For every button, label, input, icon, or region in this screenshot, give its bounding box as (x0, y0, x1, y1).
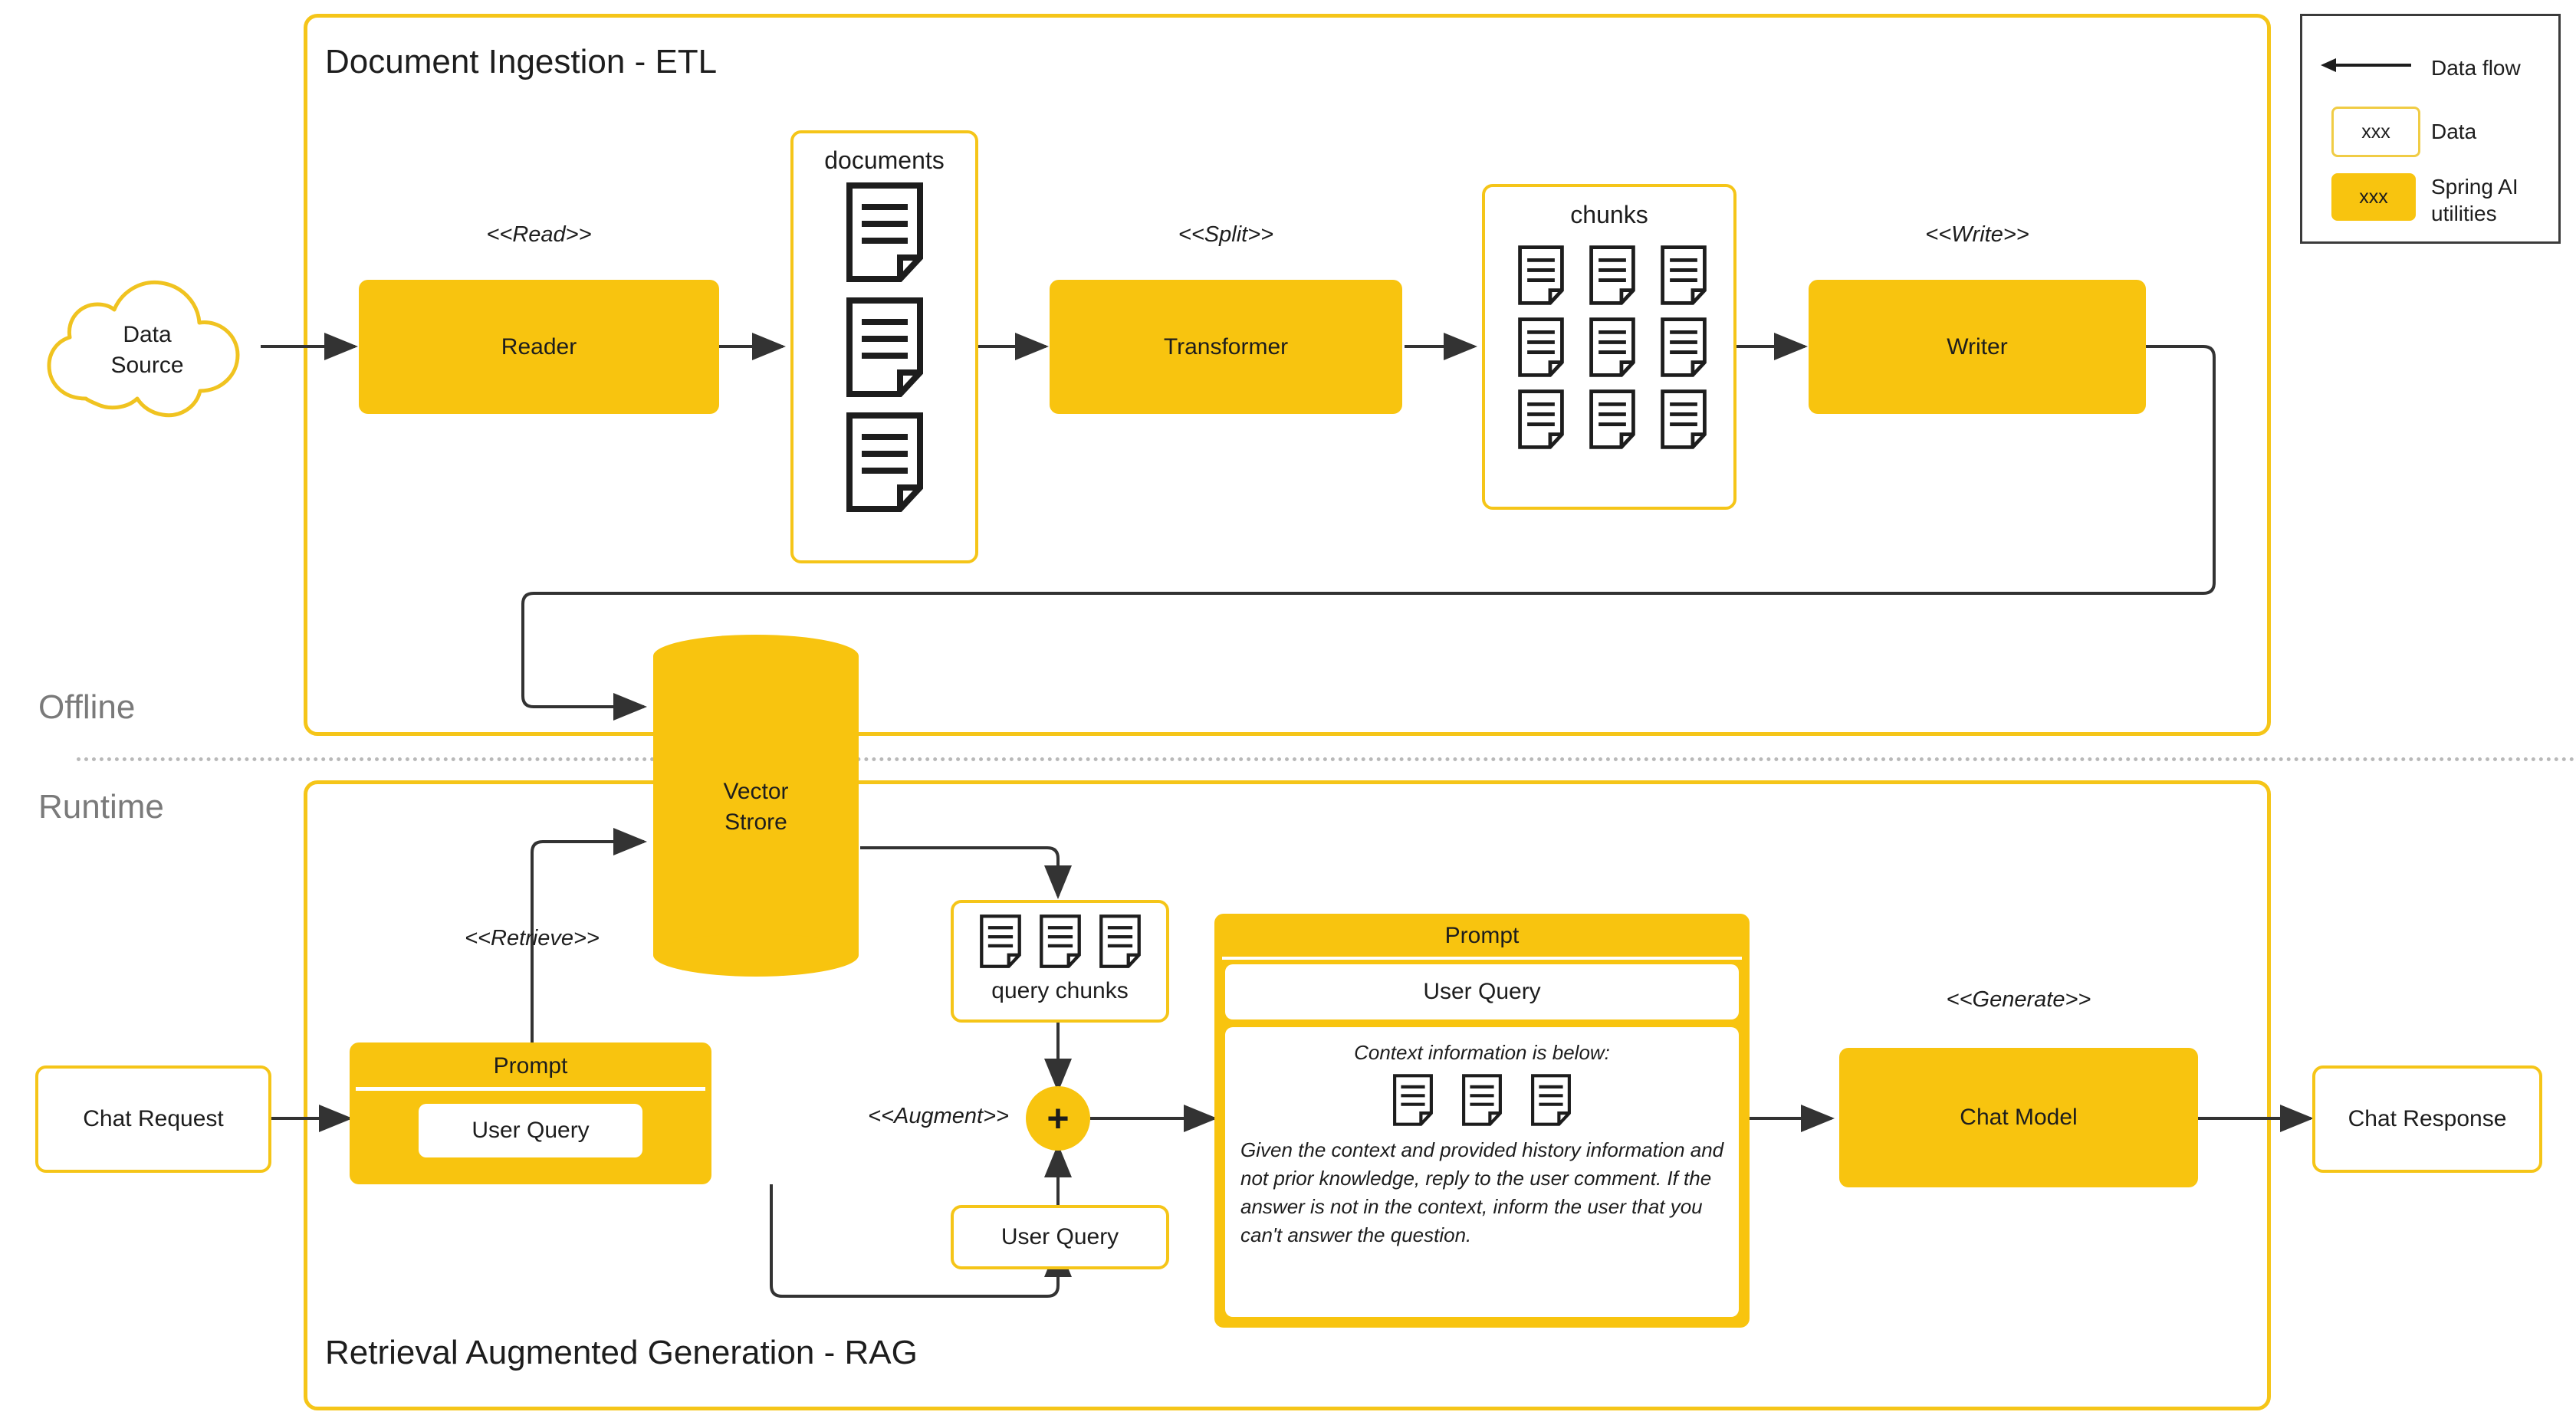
query-chunk-document-icon (1039, 914, 1081, 968)
runtime-label: Runtime (38, 788, 164, 826)
chunk-document-icon (1517, 389, 1564, 449)
offline-label: Offline (38, 688, 136, 726)
documents-label: documents (824, 146, 945, 174)
prompt-user-query-field[interactable]: User Query (1225, 964, 1739, 1019)
chunk-document-icon (1589, 389, 1635, 449)
prompt-header-divider (1222, 957, 1742, 960)
left-prompt-divider (356, 1087, 705, 1091)
plus-symbol: + (1046, 1097, 1070, 1140)
prompt-user-query-label: User Query (1423, 979, 1541, 1004)
data-source-cloud: Data Source (32, 272, 262, 422)
legend-data-flow-label: Data flow (2431, 56, 2521, 80)
chat-request-node[interactable]: Chat Request (35, 1065, 271, 1173)
context-document-icon (1531, 1074, 1571, 1126)
writer-label: Writer (1947, 333, 2008, 360)
legend-data-swatch: xxx (2331, 107, 2420, 157)
data-flow-arrow-icon (2321, 58, 2411, 72)
prompt-header: Prompt (1444, 923, 1520, 948)
rag-phase-title: Retrieval Augmented Generation - RAG (325, 1334, 918, 1371)
prompt-composite-node[interactable]: Prompt User Query Context information is… (1214, 914, 1750, 1328)
reader-label: Reader (501, 333, 577, 360)
legend-panel: Data flow xxx Data xxx Spring AI utiliti… (2300, 14, 2561, 244)
split-stereotype: <<Split>> (1178, 222, 1274, 247)
chunk-document-icon (1517, 317, 1564, 377)
chunks-data-box: chunks (1482, 184, 1737, 510)
chunk-document-icon (1589, 317, 1635, 377)
query-chunks-box: query chunks (951, 900, 1169, 1023)
chunks-label: chunks (1570, 201, 1648, 228)
chunk-document-icon (1517, 245, 1564, 305)
documents-icon-stack (794, 181, 975, 514)
legend-util-swatch: xxx (2331, 173, 2416, 221)
document-icon (846, 412, 923, 512)
chunk-document-icon (1661, 245, 1707, 305)
offline-runtime-divider (77, 757, 2576, 761)
legend-util-swatch-text: xxx (2359, 186, 2388, 208)
documents-data-box: documents (790, 130, 978, 563)
prompt-body-panel: Context information is below: Given the … (1225, 1027, 1739, 1317)
chat-request-label: Chat Request (83, 1106, 224, 1131)
document-icon (846, 182, 923, 282)
query-chunks-icon-row (954, 914, 1166, 969)
data-source-label-line1: Data (123, 322, 172, 347)
left-prompt-node[interactable]: Prompt User Query (350, 1042, 711, 1184)
chat-model-label: Chat Model (1960, 1105, 2078, 1130)
augment-plus-node[interactable]: + (1026, 1086, 1090, 1151)
retrieve-stereotype: <<Retrieve>> (465, 926, 600, 951)
transformer-node[interactable]: Transformer (1050, 280, 1402, 414)
query-chunk-document-icon (1099, 914, 1141, 968)
document-icon (846, 297, 923, 397)
context-document-icon (1393, 1074, 1433, 1126)
context-docs-row (1225, 1073, 1739, 1127)
user-query-data-label: User Query (1001, 1224, 1119, 1249)
context-document-icon (1462, 1074, 1502, 1126)
chunks-icon-grid (1505, 245, 1720, 450)
legend-data-label: Data (2431, 120, 2477, 143)
data-source-label-line2: Source (110, 353, 184, 378)
read-stereotype: <<Read>> (486, 222, 592, 247)
legend-util-label: Spring AI utilities (2431, 175, 2518, 225)
writer-node[interactable]: Writer (1809, 280, 2146, 414)
context-heading: Context information is below: (1354, 1041, 1610, 1064)
etl-phase-title: Document Ingestion - ETL (325, 43, 718, 80)
chunk-document-icon (1589, 245, 1635, 305)
chunk-document-icon (1661, 317, 1707, 377)
left-prompt-header: Prompt (493, 1053, 568, 1079)
query-chunks-label: query chunks (991, 978, 1129, 1003)
reader-node[interactable]: Reader (359, 280, 719, 414)
user-query-data-box[interactable]: User Query (951, 1205, 1169, 1269)
vector-store-label-line2: Strore (724, 809, 787, 835)
prompt-instruction-text: Given the context and provided history i… (1240, 1138, 1724, 1246)
transformer-label: Transformer (1163, 333, 1289, 360)
chat-response-label: Chat Response (2348, 1106, 2507, 1131)
left-prompt-user-query-label: User Query (472, 1118, 590, 1143)
write-stereotype: <<Write>> (1925, 222, 2029, 247)
chat-response-node[interactable]: Chat Response (2312, 1065, 2542, 1173)
chunk-document-icon (1661, 389, 1707, 449)
left-prompt-user-query[interactable]: User Query (419, 1104, 642, 1157)
legend-data-swatch-text: xxx (2361, 120, 2390, 143)
vector-store-label-line1: Vector (723, 779, 789, 804)
augment-stereotype: <<Augment>> (868, 1104, 1009, 1128)
query-chunk-document-icon (979, 914, 1021, 968)
chat-model-node[interactable]: Chat Model (1839, 1048, 2198, 1187)
generate-stereotype: <<Generate>> (1946, 987, 2091, 1012)
